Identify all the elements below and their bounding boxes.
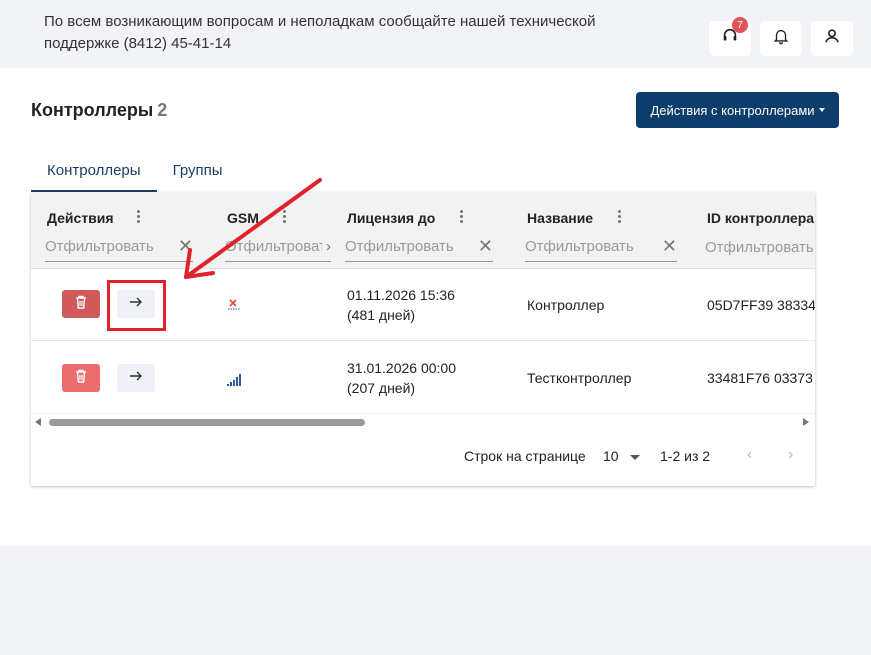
filter-actions[interactable]: Отфильтровать ✕ bbox=[45, 232, 193, 262]
caret-down-icon bbox=[818, 108, 825, 112]
column-header-id[interactable]: ID контроллера bbox=[707, 210, 814, 226]
rows-per-page-value: 10 bbox=[603, 448, 619, 464]
clear-filter-icon[interactable]: ✕ bbox=[662, 236, 677, 257]
tab-controllers[interactable]: Контроллеры bbox=[31, 156, 157, 192]
caret-down-icon bbox=[630, 454, 641, 460]
controllers-count: 2 bbox=[157, 100, 168, 120]
trash-icon bbox=[73, 294, 89, 315]
filter-placeholder: Отфильтровать bbox=[45, 238, 154, 255]
arrow-right-icon bbox=[128, 368, 144, 389]
horizontal-scrollbar[interactable] bbox=[31, 413, 815, 429]
page-title: Контроллеры 2 bbox=[31, 100, 167, 121]
clear-filter-icon[interactable]: ✕ bbox=[478, 236, 493, 257]
column-menu-icon[interactable] bbox=[460, 210, 464, 225]
column-menu-icon[interactable] bbox=[283, 210, 287, 225]
scroll-left-icon[interactable] bbox=[35, 418, 41, 426]
rows-per-page-label: Строк на странице bbox=[464, 448, 586, 464]
column-header-actions[interactable]: Действия bbox=[47, 210, 114, 226]
user-icon bbox=[823, 27, 841, 50]
filter-placeholder: Отфильтровать bbox=[525, 238, 634, 255]
rows-per-page-select[interactable]: 10 bbox=[603, 448, 641, 464]
top-bar: По всем возникающим вопросам и неполадка… bbox=[0, 0, 871, 68]
support-message: По всем возникающим вопросам и неполадка… bbox=[44, 13, 596, 52]
controller-actions-label: Действия с контроллерами bbox=[650, 102, 815, 118]
license-date: 01.11.2026 15:36 bbox=[347, 287, 455, 303]
column-header-name[interactable]: Название bbox=[527, 210, 593, 226]
column-menu-icon[interactable] bbox=[618, 210, 622, 225]
table-header: Действия Отфильтровать ✕ GSM Отфильтрова… bbox=[31, 192, 815, 269]
scroll-right-icon[interactable] bbox=[803, 418, 809, 426]
page-title-text: Контроллеры bbox=[31, 100, 154, 120]
profile-button[interactable] bbox=[811, 21, 853, 56]
license-cell: 31.01.2026 00:00 (207 дней) bbox=[347, 358, 456, 398]
filter-placeholder: Отфильтровать bbox=[705, 238, 814, 256]
name-cell: Тестконтроллер bbox=[527, 370, 632, 386]
id-cell: 05D7FF39 38334 bbox=[707, 297, 815, 313]
controllers-table: Действия Отфильтровать ✕ GSM Отфильтрова… bbox=[31, 192, 815, 486]
filter-license[interactable]: Отфильтровать ✕ bbox=[345, 232, 493, 262]
gsm-no-signal-icon bbox=[227, 296, 241, 316]
tab-groups[interactable]: Группы bbox=[157, 156, 239, 192]
delete-button[interactable] bbox=[62, 364, 100, 392]
clear-filter-icon[interactable]: ✕ bbox=[178, 236, 193, 257]
filter-placeholder: Отфильтровать bbox=[225, 238, 322, 255]
trash-icon bbox=[73, 368, 89, 389]
pagination-range: 1-2 из 2 bbox=[660, 448, 711, 464]
next-page-icon[interactable]: › bbox=[788, 446, 793, 464]
license-days: (481 дней) bbox=[347, 307, 416, 323]
column-menu-icon[interactable] bbox=[137, 210, 141, 225]
table-row: 31.01.2026 00:00 (207 дней) Тестконтролл… bbox=[31, 342, 815, 414]
tabs: Контроллеры Группы bbox=[31, 156, 239, 192]
chevron-right-icon[interactable]: › bbox=[326, 238, 331, 255]
controller-actions-button[interactable]: Действия с контроллерами bbox=[636, 92, 839, 128]
filter-gsm[interactable]: Отфильтровать › bbox=[225, 232, 331, 262]
column-header-gsm[interactable]: GSM bbox=[227, 210, 259, 226]
filter-placeholder: Отфильтровать bbox=[345, 238, 454, 255]
scroll-thumb[interactable] bbox=[49, 419, 365, 426]
license-date: 31.01.2026 00:00 bbox=[347, 360, 456, 376]
delete-button[interactable] bbox=[62, 290, 100, 318]
open-controller-button[interactable] bbox=[117, 364, 155, 392]
filter-id[interactable]: Отфильтровать bbox=[705, 232, 815, 262]
filter-name[interactable]: Отфильтровать ✕ bbox=[525, 232, 677, 262]
id-cell: 33481F76 03373 bbox=[707, 370, 813, 386]
prev-page-icon[interactable]: ‹ bbox=[747, 446, 752, 464]
column-header-license[interactable]: Лицензия до bbox=[347, 210, 435, 226]
name-cell: Контроллер bbox=[527, 297, 605, 313]
support-badge: 7 bbox=[732, 17, 748, 33]
annotation-highlight-box bbox=[107, 280, 166, 331]
bell-icon bbox=[772, 27, 790, 50]
notifications-button[interactable] bbox=[760, 21, 802, 56]
gsm-signal-icon bbox=[227, 371, 241, 391]
license-cell: 01.11.2026 15:36 (481 дней) bbox=[347, 285, 455, 325]
support-button[interactable]: 7 bbox=[709, 17, 751, 56]
license-days: (207 дней) bbox=[347, 380, 416, 396]
